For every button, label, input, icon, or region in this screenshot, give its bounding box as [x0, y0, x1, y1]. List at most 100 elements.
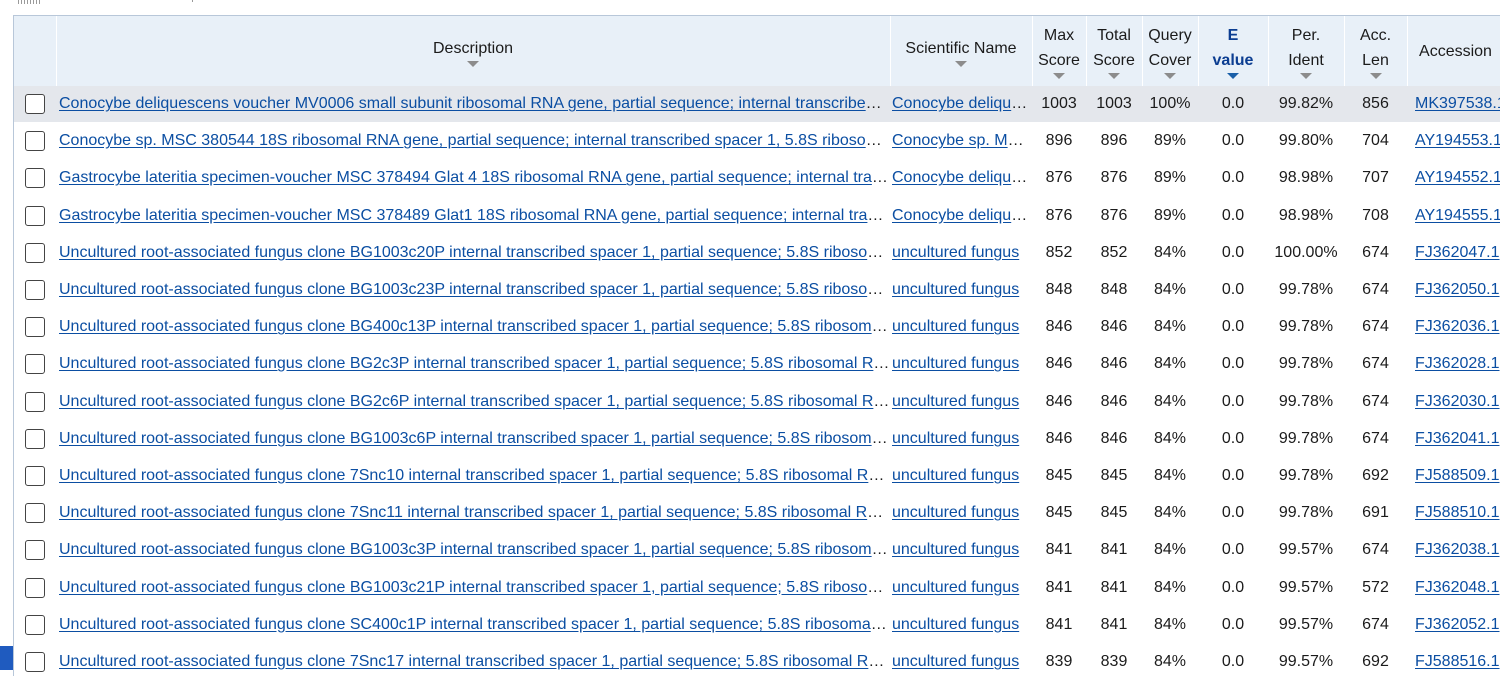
scientific-name-link[interactable]: uncultured fungus — [892, 467, 1019, 484]
column-header-description[interactable]: Description — [56, 16, 891, 86]
column-header-scientific-name[interactable]: Scientific Name — [890, 16, 1033, 86]
description-link[interactable]: Uncultured root-associated fungus clone … — [59, 653, 890, 670]
scientific-name-link[interactable]: uncultured fungus — [892, 244, 1019, 261]
feedback-tab[interactable] — [0, 646, 13, 670]
accession-link[interactable]: FJ588510.1 — [1415, 504, 1500, 521]
accession-link[interactable]: FJ362041.1 — [1415, 430, 1500, 447]
sort-down-icon[interactable] — [1300, 73, 1312, 79]
scientific-name-link[interactable]: uncultured fungus — [892, 355, 1019, 372]
column-header-max-score[interactable]: Max Score — [1032, 16, 1087, 86]
scientific-name-link[interactable]: uncultured fungus — [892, 504, 1019, 521]
accession-link[interactable]: FJ362030.1 — [1415, 393, 1500, 410]
sort-down-icon[interactable] — [1369, 73, 1382, 79]
accession-link[interactable]: FJ362050.1 — [1415, 281, 1500, 298]
column-header-accession[interactable]: Accession — [1407, 16, 1500, 86]
table-row[interactable]: Conocybe deliquescens voucher MV0006 sma… — [14, 86, 1500, 124]
checkbox-icon[interactable] — [25, 131, 45, 152]
description-link[interactable]: Gastrocybe lateritia specimen-voucher MS… — [59, 169, 890, 186]
accession-link[interactable]: FJ362038.1 — [1415, 541, 1500, 558]
checkbox-icon[interactable] — [25, 168, 45, 189]
table-row[interactable]: Gastrocybe lateritia specimen-voucher MS… — [14, 197, 1500, 235]
description-link[interactable]: Uncultured root-associated fungus clone … — [59, 579, 890, 596]
checkbox-icon[interactable] — [25, 614, 45, 635]
table-row[interactable]: Uncultured root-associated fungus clone … — [14, 643, 1500, 676]
description-link[interactable]: Uncultured root-associated fungus clone … — [59, 244, 890, 261]
description-link[interactable]: Uncultured root-associated fungus clone … — [59, 355, 890, 372]
table-row[interactable]: Uncultured root-associated fungus clone … — [14, 234, 1500, 272]
scientific-name-link[interactable]: Conocybe deliquescens — [892, 95, 1032, 112]
scientific-name-link[interactable]: uncultured fungus — [892, 653, 1019, 670]
accession-link[interactable]: AY194555.1 — [1415, 207, 1500, 224]
checkbox-icon[interactable] — [25, 280, 45, 301]
accession-link[interactable]: FJ362047.1 — [1415, 244, 1500, 261]
accession-link[interactable]: FJ362048.1 — [1415, 579, 1500, 596]
description-link[interactable]: Uncultured root-associated fungus clone … — [59, 393, 890, 410]
table-row[interactable]: Uncultured root-associated fungus clone … — [14, 606, 1500, 644]
checkbox-icon[interactable] — [25, 540, 45, 561]
checkbox-icon[interactable] — [25, 94, 45, 115]
sort-down-icon[interactable] — [1164, 73, 1176, 79]
accession-link[interactable]: FJ588509.1 — [1415, 467, 1500, 484]
accession-link[interactable]: FJ588516.1 — [1415, 653, 1500, 670]
drag-handle-icon[interactable] — [18, 0, 40, 4]
sort-down-icon[interactable] — [1227, 73, 1239, 79]
accession-link[interactable]: MK397538.1 — [1415, 95, 1500, 112]
scientific-name-link[interactable]: uncultured fungus — [892, 281, 1019, 298]
column-header-per-ident[interactable]: Per. Ident — [1268, 16, 1345, 86]
description-link[interactable]: Uncultured root-associated fungus clone … — [59, 504, 890, 521]
sort-down-icon[interactable] — [467, 60, 479, 67]
accession-link[interactable]: FJ362028.1 — [1415, 355, 1500, 372]
checkbox-icon[interactable] — [25, 503, 45, 524]
per-ident-cell: 99.78% — [1268, 271, 1344, 310]
column-header-query-cover[interactable]: Query Cover — [1142, 16, 1199, 86]
column-header-total-score[interactable]: Total Score — [1086, 16, 1143, 86]
table-row[interactable]: Conocybe sp. MSC 380544 18S ribosomal RN… — [14, 122, 1500, 161]
checkbox-icon[interactable] — [25, 651, 45, 672]
description-link[interactable]: Uncultured root-associated fungus clone … — [59, 281, 890, 298]
table-row[interactable]: Uncultured root-associated fungus clone … — [14, 420, 1500, 458]
table-row[interactable]: Uncultured root-associated fungus clone … — [14, 531, 1500, 570]
checkbox-icon[interactable] — [25, 205, 45, 226]
sort-down-icon[interactable] — [955, 60, 967, 67]
description-link[interactable]: Uncultured root-associated fungus clone … — [59, 616, 890, 633]
table-row[interactable]: Uncultured root-associated fungus clone … — [14, 383, 1500, 421]
table-row[interactable]: Uncultured root-associated fungus clone … — [14, 345, 1500, 384]
accession-link[interactable]: AY194552.1 — [1415, 169, 1500, 186]
table-row[interactable]: Uncultured root-associated fungus clone … — [14, 568, 1500, 607]
description-link[interactable]: Conocybe sp. MSC 380544 18S ribosomal RN… — [59, 132, 890, 149]
column-header-acc-len[interactable]: Acc. Len — [1344, 16, 1408, 86]
table-row[interactable]: Gastrocybe lateritia specimen-voucher MS… — [14, 159, 1500, 198]
checkbox-icon[interactable] — [25, 577, 45, 598]
table-row[interactable]: Uncultured root-associated fungus clone … — [14, 457, 1500, 496]
table-row[interactable]: Uncultured root-associated fungus clone … — [14, 494, 1500, 533]
description-link[interactable]: Uncultured root-associated fungus clone … — [59, 541, 890, 558]
description-link[interactable]: Gastrocybe lateritia specimen-voucher MS… — [59, 207, 890, 224]
description-link[interactable]: Uncultured root-associated fungus clone … — [59, 318, 890, 335]
description-link[interactable]: Conocybe deliquescens voucher MV0006 sma… — [59, 95, 890, 112]
table-row[interactable]: Uncultured root-associated fungus clone … — [14, 271, 1500, 310]
table-row[interactable]: Uncultured root-associated fungus clone … — [14, 308, 1500, 347]
accession-link[interactable]: AY194553.1 — [1415, 132, 1500, 149]
scientific-name-link[interactable]: Conocybe sp. MSC 380544 — [892, 132, 1032, 149]
description-link[interactable]: Uncultured root-associated fungus clone … — [59, 430, 890, 447]
accession-link[interactable]: FJ362036.1 — [1415, 318, 1500, 335]
scientific-name-link[interactable]: uncultured fungus — [892, 318, 1019, 335]
checkbox-icon[interactable] — [25, 354, 45, 375]
scientific-name-link[interactable]: uncultured fungus — [892, 430, 1019, 447]
checkbox-icon[interactable] — [25, 465, 45, 486]
scientific-name-link[interactable]: uncultured fungus — [892, 616, 1019, 633]
sort-down-icon[interactable] — [1053, 73, 1065, 79]
scientific-name-link[interactable]: Conocybe deliquescens — [892, 207, 1032, 224]
checkbox-icon[interactable] — [25, 242, 45, 263]
checkbox-icon[interactable] — [25, 317, 45, 338]
scientific-name-link[interactable]: uncultured fungus — [892, 393, 1019, 410]
scientific-name-link[interactable]: Conocybe deliquescens — [892, 169, 1032, 186]
checkbox-icon[interactable] — [25, 391, 45, 412]
checkbox-icon[interactable] — [25, 428, 45, 449]
scientific-name-link[interactable]: uncultured fungus — [892, 541, 1019, 558]
column-header-e-value[interactable]: E value — [1198, 16, 1269, 86]
scientific-name-link[interactable]: uncultured fungus — [892, 579, 1019, 596]
sort-down-icon[interactable] — [1108, 73, 1120, 79]
description-link[interactable]: Uncultured root-associated fungus clone … — [59, 467, 890, 484]
accession-link[interactable]: FJ362052.1 — [1415, 616, 1500, 633]
